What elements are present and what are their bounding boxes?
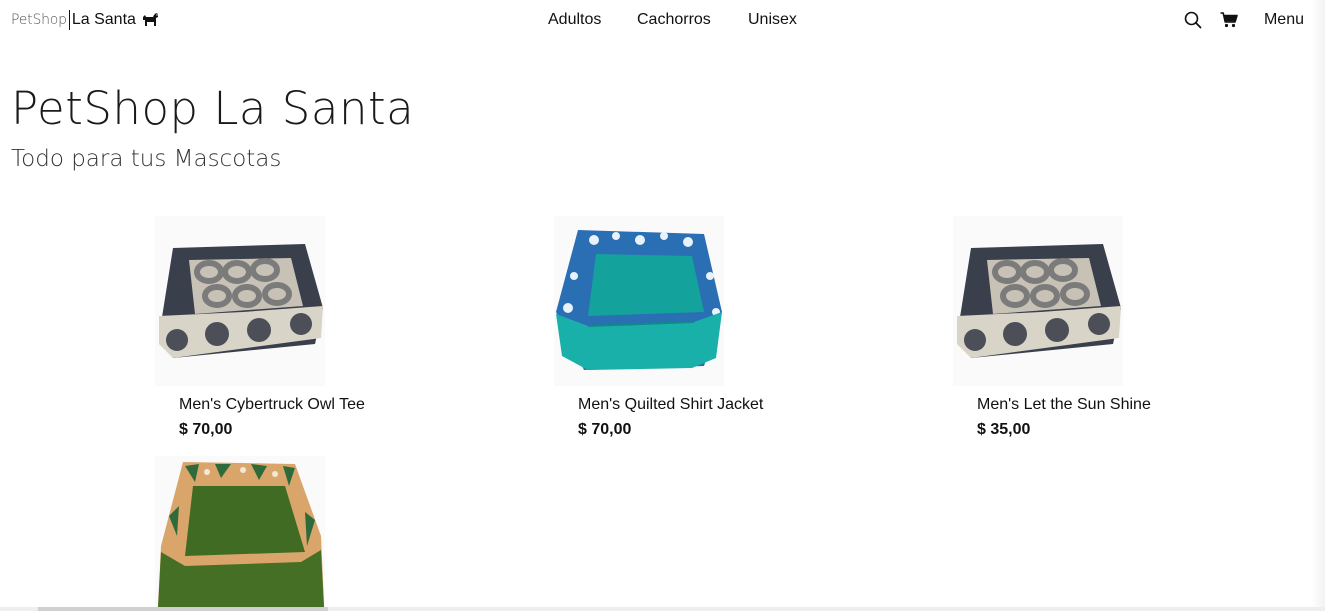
- scrollbar-thumb[interactable]: [38, 607, 328, 611]
- product-price: $ 35,00: [977, 421, 1031, 438]
- cart-icon: [1220, 12, 1238, 28]
- page-title: PetShop La Santa: [11, 82, 415, 135]
- product-name[interactable]: Men's Quilted Shirt Jacket: [578, 396, 763, 414]
- menu-button[interactable]: Menu: [1264, 11, 1304, 29]
- page-subtitle: Todo para tus Mascotas: [11, 146, 282, 172]
- dog-icon: [142, 13, 158, 26]
- product-name[interactable]: Men's Cybertruck Owl Tee: [179, 396, 365, 414]
- header-actions: Menu: [1182, 8, 1304, 32]
- product-image[interactable]: [953, 216, 1123, 386]
- product-name[interactable]: Men's Let the Sun Shine: [977, 396, 1151, 414]
- pet-bed-image: [159, 244, 323, 358]
- horizontal-scrollbar[interactable]: [0, 607, 1325, 611]
- brand-divider: [68, 10, 70, 30]
- cart-button[interactable]: [1218, 9, 1240, 31]
- nav-item-adultos[interactable]: Adultos: [548, 11, 601, 29]
- product-price: $ 70,00: [179, 421, 233, 438]
- search-button[interactable]: [1182, 9, 1204, 31]
- product-image[interactable]: [554, 216, 724, 386]
- pet-bed-image: [556, 230, 722, 370]
- pet-bed-image: [957, 244, 1121, 358]
- product-price: $ 70,00: [578, 421, 632, 438]
- brand-name-part1: PetShop: [11, 12, 67, 28]
- product-image[interactable]: [155, 456, 325, 611]
- search-icon: [1184, 11, 1202, 29]
- site-header: PetShop La Santa Adultos Cachorros Unise…: [0, 0, 1325, 40]
- nav-item-cachorros[interactable]: Cachorros: [637, 11, 711, 29]
- pet-bed-image: [157, 462, 325, 611]
- product-image[interactable]: [155, 216, 325, 386]
- brand-name-part2: La Santa: [71, 11, 136, 28]
- nav-item-unisex[interactable]: Unisex: [748, 11, 797, 29]
- brand-logo[interactable]: PetShop La Santa: [11, 9, 159, 31]
- scroll-shade: [1311, 0, 1325, 611]
